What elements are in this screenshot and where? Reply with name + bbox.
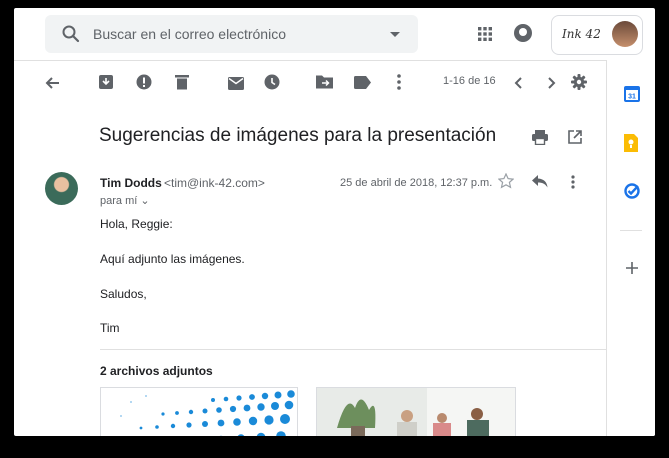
body-line: Hola, Reggie: — [100, 217, 173, 231]
print-icon[interactable] — [532, 130, 548, 145]
side-panel: 31 — [606, 60, 655, 436]
snooze-icon[interactable] — [264, 74, 280, 90]
attachment-image — [120, 390, 295, 436]
report-spam-icon[interactable] — [136, 74, 152, 90]
page-range: 1-16 de 16 — [443, 75, 496, 87]
message-more-icon[interactable] — [571, 175, 575, 189]
body-line: Aquí adjunto las imágenes. — [100, 252, 245, 266]
body-line: Saludos, — [100, 287, 147, 301]
delete-icon[interactable] — [175, 74, 189, 90]
mark-unread-icon[interactable] — [228, 77, 244, 90]
sender-email: <tim@ink-42.com> — [164, 176, 265, 190]
recipient-toggle[interactable]: para mí ⌄ — [100, 194, 150, 207]
avatar[interactable] — [612, 21, 638, 47]
message-date: 25 de abril de 2018, 12:37 p.m. — [340, 177, 493, 189]
svg-text:31: 31 — [628, 94, 636, 101]
apps-grid-icon[interactable] — [478, 27, 492, 41]
reply-icon[interactable] — [532, 175, 548, 188]
tasks-icon[interactable] — [624, 183, 640, 199]
more-vert-icon[interactable] — [397, 74, 401, 90]
attachments-title: 2 archivos adjuntos — [100, 364, 213, 378]
email-subject: Sugerencias de imágenes para la presenta… — [99, 125, 497, 146]
header-divider — [14, 60, 606, 61]
star-icon[interactable] — [498, 173, 514, 189]
recipient-chevron-icon: ⌄ — [140, 195, 150, 207]
org-logo: Ink 42 — [562, 27, 601, 41]
label-icon[interactable] — [354, 76, 371, 89]
settings-gear-icon[interactable] — [571, 74, 587, 90]
sender-name: Tim Dodds — [100, 176, 162, 190]
open-new-window-icon[interactable] — [568, 130, 582, 144]
attachment-thumbnail[interactable] — [316, 387, 516, 436]
gmail-window: Buscar en el correo electrónico Ink 42 1… — [14, 8, 655, 436]
search-bar[interactable]: Buscar en el correo electrónico — [45, 15, 418, 53]
search-icon — [62, 25, 80, 43]
body-line: Tim — [100, 321, 120, 335]
back-arrow-icon[interactable] — [44, 75, 60, 91]
archive-icon[interactable] — [98, 74, 114, 90]
calendar-icon[interactable]: 31 — [624, 86, 640, 102]
older-chevron-icon[interactable] — [548, 77, 556, 89]
search-options-icon[interactable] — [390, 32, 400, 37]
notifications-icon[interactable] — [514, 24, 532, 42]
newer-chevron-icon[interactable] — [514, 77, 522, 89]
account-switcher[interactable]: Ink 42 — [551, 15, 643, 55]
recipient-label: para mí — [100, 195, 138, 207]
rail-divider — [620, 230, 642, 231]
sender-avatar[interactable] — [45, 172, 78, 205]
add-addon-icon[interactable] — [626, 262, 638, 274]
search-input[interactable]: Buscar en el correo electrónico — [93, 26, 286, 42]
attachments-divider — [100, 349, 606, 350]
keep-icon[interactable] — [624, 134, 638, 152]
attachment-thumbnail[interactable] — [100, 387, 298, 436]
move-to-icon[interactable] — [316, 74, 333, 89]
attachment-image — [317, 388, 515, 436]
